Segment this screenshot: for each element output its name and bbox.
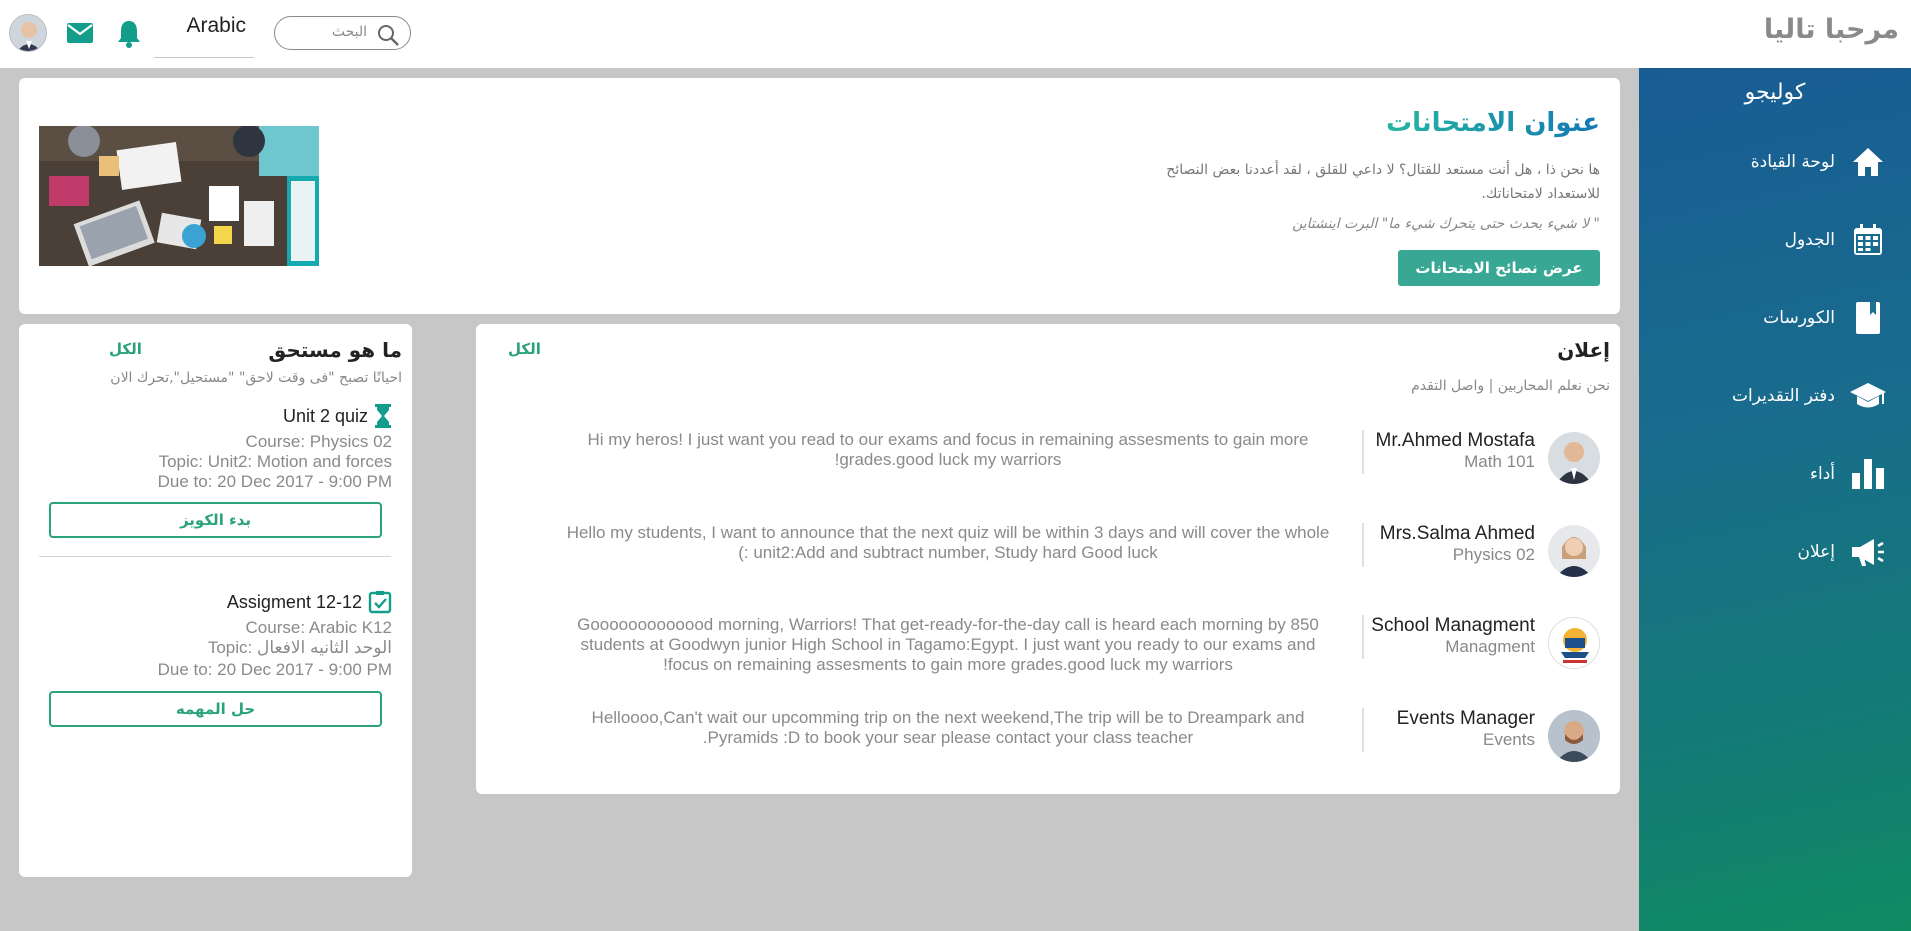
brand-name: كوليجو bbox=[1744, 80, 1806, 105]
assignment-icon bbox=[368, 591, 392, 614]
search-input[interactable] bbox=[285, 19, 367, 45]
sidebar-item-performance[interactable]: أداء bbox=[1810, 454, 1887, 494]
announcement-message: Hello my students, I want to announce th… bbox=[566, 523, 1330, 562]
sidebar: كوليجو لوحة القيادة الجدول الكورسات دفتر… bbox=[1639, 68, 1911, 931]
announcement-message: Hi my heros! I just want you read to our… bbox=[587, 430, 1309, 469]
announcement-role: Physics 02 bbox=[1452, 545, 1535, 564]
hourglass-icon bbox=[375, 404, 391, 428]
home-icon bbox=[1849, 144, 1887, 180]
sidebar-item-announcements[interactable]: إعلان bbox=[1798, 532, 1888, 572]
due-item-topic: Topic: Unit2: Motion and forces bbox=[158, 452, 392, 471]
mail-icon[interactable] bbox=[66, 20, 94, 46]
exam-title: عنوان الامتحانات bbox=[1386, 108, 1600, 138]
graduation-cap-icon bbox=[1849, 378, 1887, 414]
announcement-author: Mrs.Salma Ahmed bbox=[1379, 523, 1535, 544]
announcement-item[interactable]: School Managment Managment Goooooooooooo… bbox=[476, 609, 1620, 679]
due-title: ما هو مستحق bbox=[268, 338, 402, 362]
sidebar-item-dashboard[interactable]: لوحة القيادة bbox=[1751, 142, 1887, 182]
divider bbox=[1362, 430, 1364, 474]
sidebar-item-label: الكورسات bbox=[1763, 308, 1835, 328]
due-item-name: Unit 2 quiz bbox=[282, 405, 368, 426]
due-item-course: Course: Physics 02 bbox=[245, 432, 392, 451]
sidebar-item-schedule[interactable]: الجدول bbox=[1785, 220, 1887, 260]
exam-description: ها نحن ذا ، هل أنت مستعد للقتال؟ لا داعي… bbox=[1166, 162, 1600, 202]
search-icon[interactable] bbox=[376, 23, 400, 47]
sidebar-item-label: لوحة القيادة bbox=[1750, 152, 1835, 172]
sidebar-item-label: الجدول bbox=[1784, 230, 1835, 250]
due-item-title: Assigment 12-12 bbox=[227, 590, 392, 614]
sidebar-item-label: دفتر التقديرات bbox=[1731, 386, 1835, 406]
exam-quote: " لا شيء يحدث حتى يتحرك شيء ما" البرت اي… bbox=[1292, 216, 1600, 232]
announcements-title: إعلان bbox=[1557, 338, 1610, 362]
announcements-card: إعلان الكل نحن نعلم المحاربين | واصل الت… bbox=[476, 324, 1620, 794]
announcement-item[interactable]: Mr.Ahmed Mostafa Math 101 Hi my heros! I… bbox=[476, 424, 1620, 494]
divider bbox=[1362, 615, 1364, 659]
divider bbox=[1362, 523, 1364, 567]
exam-tips-card: عنوان الامتحانات ها نحن ذا ، هل أنت مستع… bbox=[19, 78, 1620, 314]
view-exam-tips-button[interactable]: عرض نصائح الامتحانات bbox=[1398, 250, 1600, 286]
announcement-author: Events Manager bbox=[1396, 708, 1535, 729]
announcement-role: Events bbox=[1483, 730, 1535, 749]
announcements-view-all-link[interactable]: الكل bbox=[508, 340, 541, 358]
avatar bbox=[1548, 525, 1600, 577]
due-item-due-date: Due to: 20 Dec 2017 - 9:00 PM bbox=[157, 660, 392, 679]
avatar bbox=[1548, 432, 1600, 484]
search-box[interactable] bbox=[274, 16, 411, 50]
solve-assignment-button[interactable]: حل المهمه bbox=[49, 691, 382, 727]
announcement-item[interactable]: Mrs.Salma Ahmed Physics 02 Hello my stud… bbox=[476, 517, 1620, 587]
announcements-subtitle: نحن نعلم المحاربين | واصل التقدم bbox=[1411, 378, 1610, 394]
due-item-name: Assigment 12-12 bbox=[226, 591, 362, 612]
bell-icon[interactable] bbox=[116, 18, 142, 48]
language-label: Arabic bbox=[186, 14, 246, 37]
announcement-role: Managment bbox=[1445, 637, 1535, 656]
greeting: مرحبا تاليا bbox=[1763, 14, 1899, 45]
study-desk-image bbox=[39, 126, 319, 266]
sidebar-item-label: إعلان bbox=[1797, 542, 1836, 562]
avatar bbox=[1548, 710, 1600, 762]
language-selector[interactable]: Arabic bbox=[154, 14, 254, 58]
due-item-topic: Topic: الوحد الثانيه الافعال bbox=[207, 638, 392, 657]
top-bar: Arabic مرحبا تاليا bbox=[0, 0, 1911, 68]
announcement-message: Helloooo,Can't wait our upcomming trip o… bbox=[591, 708, 1305, 747]
start-quiz-button[interactable]: بدء الكويز bbox=[49, 502, 382, 538]
calendar-icon bbox=[1849, 222, 1887, 258]
divider bbox=[1362, 708, 1364, 752]
due-items-card: ما هو مستحق الكل احيانًا تصبح "فى وقت لا… bbox=[19, 324, 412, 877]
divider bbox=[39, 556, 391, 557]
due-item-title: Unit 2 quiz bbox=[283, 404, 392, 428]
announcement-author: School Managment bbox=[1371, 615, 1535, 636]
school-logo bbox=[1548, 617, 1600, 669]
due-subtitle: احيانًا تصبح "فى وقت لاحق" "مستحيل",تحرك… bbox=[110, 370, 402, 386]
announcement-author: Mr.Ahmed Mostafa bbox=[1375, 430, 1535, 451]
user-avatar[interactable] bbox=[9, 14, 47, 52]
announcement-item[interactable]: Events Manager Events Helloooo,Can't wai… bbox=[476, 702, 1620, 772]
due-item-due-date: Due to: 20 Dec 2017 - 9:00 PM bbox=[157, 472, 392, 491]
megaphone-icon bbox=[1849, 534, 1887, 570]
due-view-all-link[interactable]: الكل bbox=[109, 340, 142, 358]
bar-chart-icon bbox=[1849, 456, 1887, 492]
announcement-role: Math 101 bbox=[1464, 452, 1535, 471]
due-item-course: Course: Arabic K12 bbox=[245, 618, 392, 637]
sidebar-item-label: أداء bbox=[1809, 464, 1835, 484]
announcement-message: Gooooooooooood morning, Warriors! That g… bbox=[577, 615, 1319, 674]
sidebar-item-gradebook[interactable]: دفتر التقديرات bbox=[1732, 376, 1887, 416]
sidebar-item-courses[interactable]: الكورسات bbox=[1763, 298, 1887, 338]
book-icon bbox=[1849, 300, 1887, 336]
